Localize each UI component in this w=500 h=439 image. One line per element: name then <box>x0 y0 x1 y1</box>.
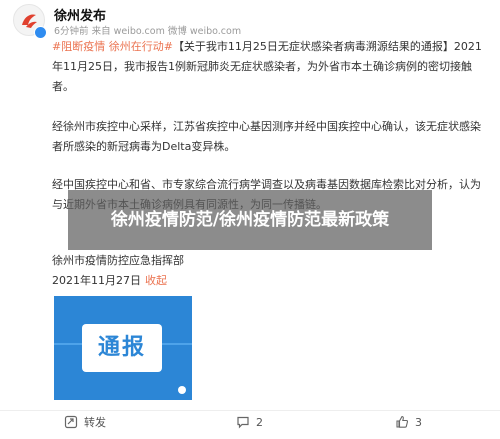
comment-button[interactable]: 2 <box>236 412 263 432</box>
repost-icon <box>64 415 78 429</box>
image-badge-text: 通报 <box>97 335 146 360</box>
post-date-row: 2021年11月27日 收起 <box>52 272 167 288</box>
image-dot <box>178 386 186 394</box>
repost-label: 转发 <box>84 416 106 429</box>
post-paragraph-1: #阻断疫情 徐州在行动#【关于我市11月25日无症状感染者病毒溯源结果的通报】2… <box>52 37 490 97</box>
image-badge: 通报 <box>82 324 162 372</box>
comment-count: 2 <box>256 415 263 429</box>
like-count: 3 <box>415 415 422 429</box>
author-name[interactable]: 徐州发布 <box>54 5 106 24</box>
collapse-link[interactable]: 收起 <box>145 274 167 287</box>
thumbs-up-icon <box>396 415 409 428</box>
repost-button[interactable]: 转发 <box>64 412 106 432</box>
overlay-title: 徐州疫情防范/徐州疫情防范最新政策 <box>110 210 390 230</box>
post-paragraph-2: 经徐州市疾控中心采样，江苏省疾控中心基因测序并经中国疾控中心确认，该无症状感染者… <box>52 120 481 153</box>
post-meta: 6分钟前 来自 weibo.com 微博 weibo.com <box>54 26 242 37</box>
topic-tag[interactable]: #阻断疫情 徐州在行动# <box>52 40 173 53</box>
signature: 徐州市疫情防控应急指挥部 <box>52 254 184 267</box>
like-button[interactable]: 3 <box>395 412 422 432</box>
comment-icon <box>237 416 249 429</box>
verified-badge-icon <box>34 26 47 39</box>
post-date: 2021年11月27日 <box>52 274 141 287</box>
post-image[interactable]: 通报 <box>54 296 192 400</box>
title-overlay: 徐州疫情防范/徐州疫情防范最新政策 <box>68 190 432 250</box>
